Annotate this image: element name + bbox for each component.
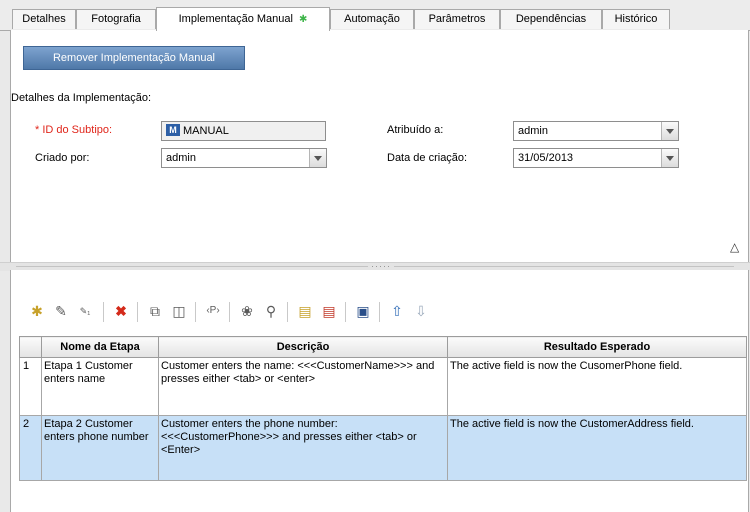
tab-dependencias[interactable]: Dependências [500, 9, 602, 29]
splitter-grip-icon[interactable]: ····· [368, 262, 394, 271]
row-number: 2 [19, 415, 42, 481]
remove-manual-implementation-button[interactable]: Remover Implementação Manual [23, 46, 245, 70]
save-icon[interactable]: ▣ [353, 301, 373, 321]
tab-historico[interactable]: Histórico [602, 9, 670, 29]
tab-automacao[interactable]: Automação [330, 9, 414, 29]
created-by-label: Criado por: [35, 152, 90, 164]
insert-parameter-icon[interactable]: ‹P› [203, 301, 223, 321]
copy-icon[interactable]: ⧉ [145, 301, 165, 321]
find-icon[interactable]: ⚲ [261, 301, 281, 321]
renumber-steps-icon[interactable]: ✎₁ [75, 301, 95, 321]
select-columns-icon[interactable]: ▤ [295, 301, 315, 321]
double-chevron-up-icon[interactable]: △ [730, 240, 739, 254]
toolbar-separator [103, 302, 104, 322]
tab-parametros[interactable]: Parâmetros [414, 9, 500, 29]
delete-icon[interactable]: ✖ [111, 301, 131, 321]
toolbar-separator [345, 302, 346, 322]
tab-detalhes[interactable]: Detalhes [12, 9, 76, 29]
table-row[interactable]: 1 Etapa 1 Customer enters name Customer … [19, 357, 747, 416]
subtype-id-label: * ID do Subtipo: [35, 124, 113, 136]
toolbar-separator [287, 302, 288, 322]
tab-bar: Detalhes Fotografia Implementação Manual… [0, 0, 750, 31]
toolbar-separator [195, 302, 196, 322]
edit-step-icon[interactable]: ✎ [51, 301, 71, 321]
chevron-down-icon[interactable] [661, 149, 678, 167]
chevron-down-icon[interactable] [661, 122, 678, 140]
assigned-to-value: admin [518, 125, 548, 137]
table-row[interactable]: 2 Etapa 2 Customer enters phone number C… [19, 415, 747, 481]
new-step-icon[interactable]: ✱ [27, 301, 47, 321]
steps-toolbar: ✱ ✎ ✎₁ ✖ ⧉ ◫ ‹P› ❀ ⚲ ▤ ▤ ▣ ⇧ ⇩ [11, 298, 748, 328]
subtype-id-field: M MANUAL [161, 121, 326, 141]
section-title: Detalhes da Implementação: [11, 92, 152, 104]
table-header-row: Nome da Etapa Descrição Resultado Espera… [19, 336, 747, 358]
step-description-cell[interactable]: Customer enters the name: <<<CustomerNam… [158, 357, 448, 416]
toolbar-separator [379, 302, 380, 322]
modified-marker-icon: ✱ [298, 14, 308, 25]
tab-implementacao-manual[interactable]: Implementação Manual ✱ [156, 7, 330, 31]
steps-table: Nome da Etapa Descrição Resultado Espera… [19, 336, 747, 481]
tab-fotografia[interactable]: Fotografia [76, 9, 156, 29]
move-down-icon[interactable]: ⇩ [411, 301, 431, 321]
step-name-cell[interactable]: Etapa 2 Customer enters phone number [41, 415, 159, 481]
assigned-to-select[interactable]: admin [513, 121, 679, 141]
chevron-down-icon[interactable] [309, 149, 326, 167]
column-header-expected-result[interactable]: Resultado Esperado [447, 336, 747, 358]
row-number: 1 [19, 357, 42, 416]
creation-date-value: 31/05/2013 [518, 152, 574, 164]
toolbar-separator [229, 302, 230, 322]
step-name-cell[interactable]: Etapa 1 Customer enters name [41, 357, 159, 416]
generate-script-icon[interactable]: ❀ [237, 301, 257, 321]
toolbar-separator [137, 302, 138, 322]
step-expected-cell[interactable]: The active field is now the CustomerAddr… [447, 415, 747, 481]
creation-date-select[interactable]: 31/05/2013 [513, 148, 679, 168]
creation-date-label: Data de criação: [387, 152, 468, 164]
row-number-header [19, 336, 42, 358]
subtype-id-value: MANUAL [183, 125, 229, 137]
move-up-icon[interactable]: ⇧ [387, 301, 407, 321]
column-header-description[interactable]: Descrição [158, 336, 448, 358]
column-header-step-name[interactable]: Nome da Etapa [41, 336, 159, 358]
step-expected-cell[interactable]: The active field is now the CusomerPhone… [447, 357, 747, 416]
created-by-value: admin [166, 152, 196, 164]
steps-pane: ✱ ✎ ✎₁ ✖ ⧉ ◫ ‹P› ❀ ⚲ ▤ ▤ ▣ ⇧ ⇩ Nome da E… [10, 270, 749, 512]
assigned-to-label: Atribuído a: [387, 124, 444, 136]
grid-filter-icon[interactable]: ▤ [319, 301, 339, 321]
step-description-cell[interactable]: Customer enters the phone number: <<<Cus… [158, 415, 448, 481]
tab-label: Implementação Manual [178, 13, 293, 25]
created-by-select[interactable]: admin [161, 148, 327, 168]
implementation-details-pane: Remover Implementação Manual Detalhes da… [10, 30, 749, 262]
paste-icon[interactable]: ◫ [169, 301, 189, 321]
manual-test-icon: M [166, 124, 180, 136]
